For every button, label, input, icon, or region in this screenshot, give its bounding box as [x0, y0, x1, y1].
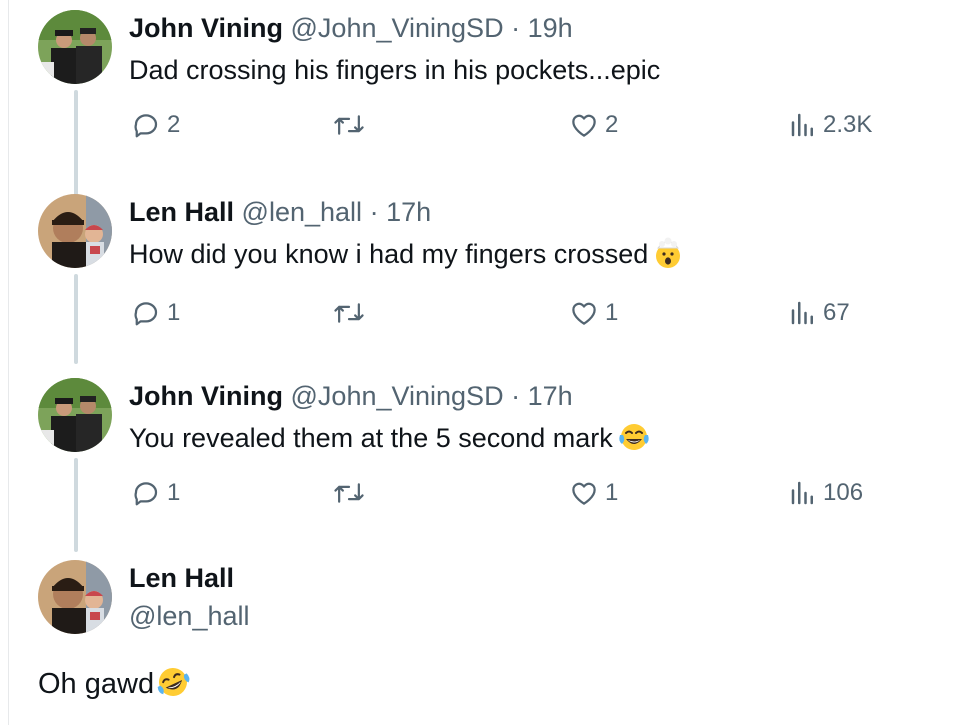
views-count: 67 [823, 299, 850, 326]
tweet-text: How did you know i had my fingers crosse… [129, 236, 684, 278]
author-name[interactable]: Len Hall [129, 560, 234, 596]
like-button[interactable]: 2 [569, 110, 618, 140]
tweet-text-content: Dad crossing his fingers in his pockets.… [129, 55, 661, 85]
tweet-text: You revealed them at the 5 second mark [129, 420, 651, 462]
avatar[interactable] [38, 378, 112, 452]
reply-count: 1 [167, 299, 181, 326]
exploding-head-emoji [652, 237, 684, 278]
views-button[interactable]: 106 [789, 478, 863, 508]
repost-button[interactable] [333, 110, 371, 140]
like-count: 1 [605, 479, 619, 506]
repost-button[interactable] [333, 478, 371, 508]
like-count: 2 [605, 111, 619, 138]
main-post-text-content: Oh gawd [38, 668, 155, 700]
timestamp[interactable]: 19h [528, 13, 573, 43]
reply-icon [131, 110, 161, 140]
tweet-text-content: You revealed them at the 5 second mark [129, 423, 613, 453]
reply-button[interactable]: 1 [131, 298, 180, 328]
views-icon [789, 478, 817, 508]
author-name[interactable]: John Vining [129, 381, 283, 411]
separator-dot: · [511, 13, 521, 43]
repost-icon [333, 298, 365, 328]
thread-line [74, 274, 78, 364]
repost-icon [333, 478, 365, 508]
avatar[interactable] [38, 560, 112, 634]
timestamp[interactable]: 17h [528, 381, 573, 411]
rolling-on-floor-laughing-emoji [154, 664, 192, 711]
repost-icon [333, 110, 365, 140]
action-bar: 1 1 106 [129, 478, 889, 518]
author-name[interactable]: Len Hall [129, 197, 234, 227]
author-handle[interactable]: @John_ViningSD [291, 13, 504, 43]
thread-line [74, 90, 78, 200]
like-button[interactable]: 1 [569, 298, 618, 328]
views-icon [789, 298, 817, 328]
heart-icon [569, 298, 599, 328]
author-handle[interactable]: @len_hall [242, 197, 363, 227]
main-post-text: Oh gawd [38, 664, 192, 711]
separator-dot: · [511, 381, 521, 411]
timestamp[interactable]: 17h [386, 197, 431, 227]
views-count: 106 [823, 479, 864, 506]
reply-button[interactable]: 1 [131, 478, 180, 508]
column-border [8, 0, 9, 725]
tweet-text: Dad crossing his fingers in his pockets.… [129, 52, 660, 88]
tweet-text-content: How did you know i had my fingers crosse… [129, 239, 649, 269]
heart-icon [569, 478, 599, 508]
views-count: 2.3K [823, 111, 873, 138]
reply-count: 2 [167, 111, 181, 138]
author-handle[interactable]: @len_hall [129, 598, 250, 634]
action-bar: 2 2 2.3K [129, 110, 889, 150]
like-button[interactable]: 1 [569, 478, 618, 508]
author-handle[interactable]: @John_ViningSD [291, 381, 504, 411]
views-icon [789, 110, 817, 140]
reply-icon [131, 478, 161, 508]
author-name[interactable]: John Vining [129, 13, 283, 43]
tweet-header: Len Hall @len_hall · 17h [129, 194, 431, 230]
avatar[interactable] [38, 10, 112, 84]
tweet-header: John Vining @John_ViningSD · 17h [129, 378, 573, 414]
reply-button[interactable]: 2 [131, 110, 180, 140]
avatar[interactable] [38, 194, 112, 268]
thread-line [74, 458, 78, 552]
reply-count: 1 [167, 479, 181, 506]
reply-icon [131, 298, 161, 328]
tears-of-joy-emoji [617, 421, 651, 462]
tweet-header: John Vining @John_ViningSD · 19h [129, 10, 573, 46]
like-count: 1 [605, 299, 619, 326]
views-button[interactable]: 2.3K [789, 110, 872, 140]
views-button[interactable]: 67 [789, 298, 850, 328]
heart-icon [569, 110, 599, 140]
repost-button[interactable] [333, 298, 371, 328]
separator-dot: · [369, 197, 379, 227]
action-bar: 1 1 67 [129, 298, 889, 338]
